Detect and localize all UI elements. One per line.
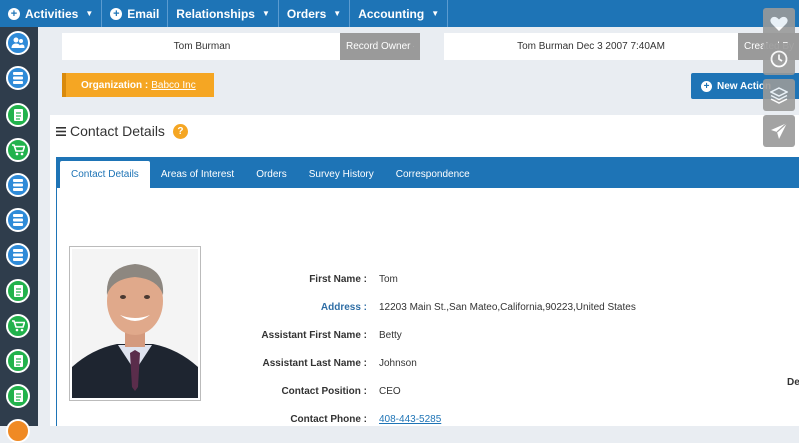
address-label[interactable]: Address : (239, 302, 379, 313)
document-icon[interactable] (6, 384, 30, 408)
organization-link[interactable]: Babco Inc (151, 80, 195, 91)
first-name-label: First Name : (239, 274, 379, 285)
assistant-last-name-value: Johnson (379, 358, 417, 369)
database-icon[interactable] (6, 173, 30, 197)
document-icon[interactable] (6, 279, 30, 303)
database-icon[interactable] (6, 66, 30, 90)
menu-relationships[interactable]: Relationships ▼ (168, 0, 279, 27)
partial-field-label: De (787, 377, 799, 388)
menu-accounting[interactable]: Accounting ▼ (350, 0, 448, 27)
contact-position-value: CEO (379, 386, 401, 397)
menu-orders[interactable]: Orders ▼ (279, 0, 350, 27)
database-icon[interactable] (6, 243, 30, 267)
plus-icon: + (110, 8, 122, 20)
contact-phone-label: Contact Phone : (239, 414, 379, 425)
tab-survey-history[interactable]: Survey History (298, 161, 385, 188)
clock-icon[interactable] (763, 43, 795, 75)
menu-accounting-label: Accounting (358, 7, 424, 21)
contact-phone-link[interactable]: 408-443-5285 (379, 414, 441, 425)
sidebar (0, 27, 38, 426)
panel-title-text: Contact Details (70, 123, 165, 139)
tab-content: First Name : Tom Address : 12203 Main St… (56, 188, 799, 426)
partial-orange-icon[interactable] (6, 419, 30, 443)
field-address: Address : 12203 Main St.,San Mateo,Calif… (239, 302, 636, 313)
field-assistant-last-name: Assistant Last Name : Johnson (239, 358, 417, 369)
menu-activities[interactable]: + Activities ▼ (0, 0, 102, 27)
menu-email[interactable]: + Email (102, 0, 168, 27)
caret-down-icon: ▼ (262, 9, 270, 18)
created-info-text: Tom Burman Dec 3 2007 7:40AM (517, 41, 665, 52)
plus-icon: + (8, 8, 20, 20)
contact-photo (69, 246, 201, 401)
main-content: Tom Burman Record Owner Tom Burman Dec 3… (38, 27, 799, 426)
plus-icon: + (701, 81, 712, 92)
cart-icon[interactable] (6, 138, 30, 162)
menu-email-label: Email (127, 7, 159, 21)
contact-photo-image (72, 249, 198, 398)
owner-name-text: Tom Burman (174, 41, 231, 52)
field-contact-phone: Contact Phone : 408-443-5285 (239, 414, 441, 425)
assistant-last-name-label: Assistant Last Name : (239, 358, 379, 369)
tab-contact-details[interactable]: Contact Details (60, 161, 150, 188)
organization-label: Organization : (81, 80, 148, 91)
menu-relationships-label: Relationships (176, 7, 255, 21)
send-icon[interactable] (763, 115, 795, 147)
database-icon[interactable] (6, 208, 30, 232)
record-owner-name: Tom Burman (62, 33, 342, 60)
field-contact-position: Contact Position : CEO (239, 386, 401, 397)
user-icon (413, 42, 414, 51)
help-icon[interactable]: ? (173, 124, 188, 139)
assistant-first-name-value: Betty (379, 330, 402, 341)
caret-down-icon: ▼ (431, 9, 439, 18)
document-icon[interactable] (6, 103, 30, 127)
record-owner-label: Record Owner (346, 41, 410, 52)
panel-title: Contact Details ? (56, 123, 188, 139)
hamburger-icon[interactable] (56, 127, 66, 136)
tab-orders[interactable]: Orders (245, 161, 298, 188)
contacts-icon[interactable] (6, 31, 30, 55)
menu-orders-label: Orders (287, 7, 326, 21)
caret-down-icon: ▼ (85, 9, 93, 18)
record-owner-button[interactable]: Record Owner (340, 33, 420, 60)
tab-correspondence[interactable]: Correspondence (385, 161, 481, 188)
layers-icon[interactable] (763, 79, 795, 111)
field-assistant-first-name: Assistant First Name : Betty (239, 330, 402, 341)
top-navigation: + Activities ▼ + Email Relationships ▼ O… (0, 0, 799, 27)
menu-activities-label: Activities (25, 7, 78, 21)
address-value: 12203 Main St.,San Mateo,California,9022… (379, 302, 636, 313)
organization-badge: Organization : Babco Inc (62, 73, 214, 97)
tab-bar: Contact Details Areas of Interest Orders… (56, 157, 799, 188)
assistant-first-name-label: Assistant First Name : (239, 330, 379, 341)
tab-areas-of-interest[interactable]: Areas of Interest (150, 161, 245, 188)
heart-icon[interactable] (763, 8, 795, 40)
contact-details-panel: Contact Details ? Contact Details Areas … (50, 115, 799, 426)
document-icon[interactable] (6, 349, 30, 373)
caret-down-icon: ▼ (333, 9, 341, 18)
first-name-value: Tom (379, 274, 398, 285)
contact-position-label: Contact Position : (239, 386, 379, 397)
cart-icon[interactable] (6, 314, 30, 338)
created-info: Tom Burman Dec 3 2007 7:40AM (444, 33, 738, 60)
field-first-name: First Name : Tom (239, 274, 398, 285)
